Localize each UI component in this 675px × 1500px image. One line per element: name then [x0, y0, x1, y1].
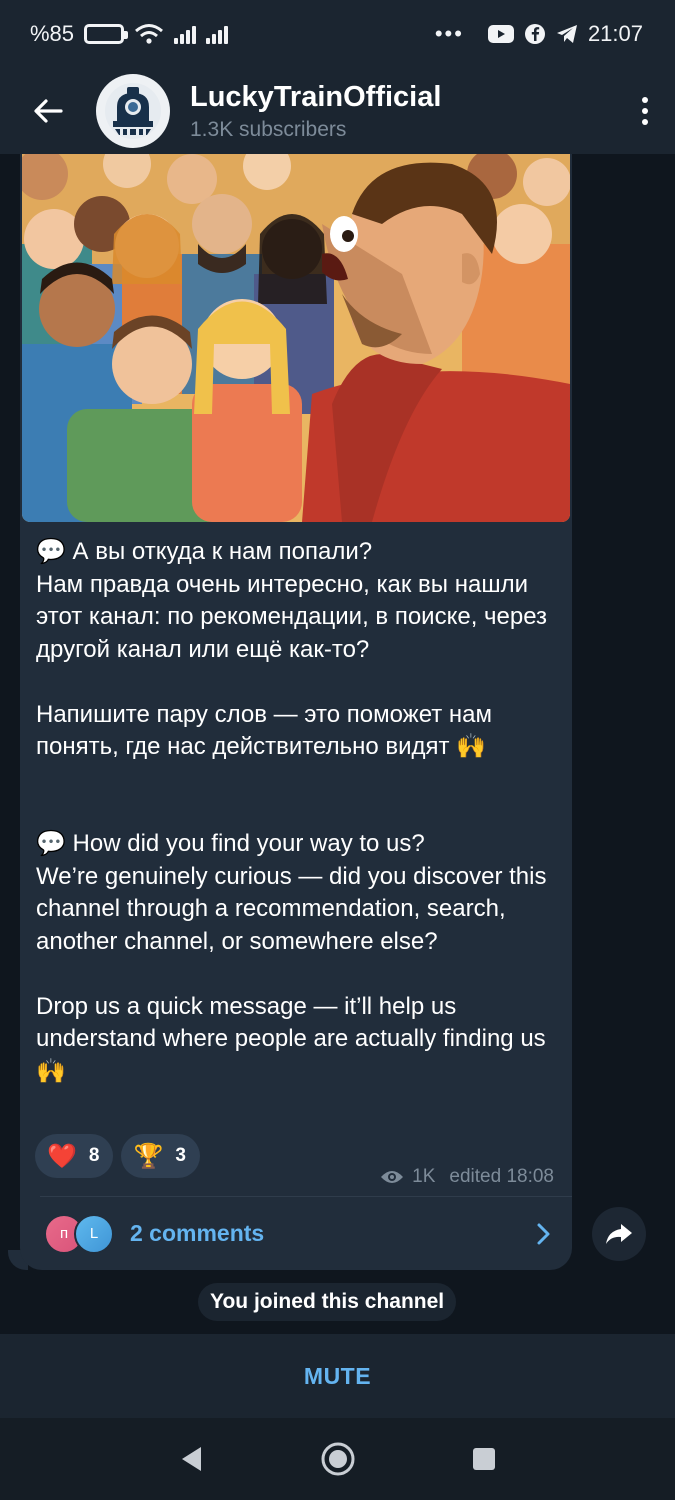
more-vertical-icon [642, 97, 648, 103]
nav-recents-icon[interactable] [470, 1445, 498, 1473]
commenter-avatar: L [74, 1213, 114, 1254]
signal-icon-2 [206, 24, 229, 44]
status-right: ••• 21:07 [435, 21, 643, 47]
share-arrow-icon [606, 1224, 632, 1244]
signal-icon-1 [174, 24, 197, 44]
chat-header: LuckyTrainOfficial 1.3K subscribers [0, 68, 675, 154]
status-dots: ••• [434, 21, 464, 46]
nav-home-icon[interactable] [320, 1441, 356, 1477]
post-text-en: 💬 How did you find your way to us? We’re… [36, 830, 547, 1085]
system-nav-bar [0, 1418, 675, 1500]
view-count: 1K [412, 1166, 436, 1187]
comments-label: 2 comments [130, 1220, 265, 1246]
post-image[interactable] [22, 154, 570, 522]
channel-title-block[interactable]: LuckyTrainOfficial 1.3K subscribers [190, 81, 615, 142]
heart-icon: ❤️ [47, 1142, 77, 1170]
eye-icon [381, 1171, 404, 1183]
clock: 21:07 [587, 21, 643, 46]
status-left: %85 [30, 21, 229, 47]
nav-back-icon[interactable] [177, 1444, 207, 1474]
train-logo-icon [105, 83, 161, 139]
more-options-button[interactable] [615, 68, 675, 154]
commenter-avatars: п L [44, 1213, 116, 1254]
crowd-illustration [22, 154, 570, 522]
wifi-icon [135, 24, 164, 44]
edited-timestamp: edited 18:08 [449, 1166, 554, 1187]
back-button[interactable] [0, 68, 96, 154]
battery-percent: %85 [30, 21, 75, 46]
post-text-ru: 💬 А вы откуда к нам попали? Нам правда о… [36, 538, 548, 760]
reactions-row: ❤️ 8 🏆 3 [35, 1134, 200, 1178]
channel-post: 💬 А вы откуда к нам попали? Нам правда о… [20, 154, 572, 1270]
reaction-count: 3 [175, 1145, 186, 1166]
post-meta: 1K edited 18:08 [380, 1166, 554, 1188]
comments-button[interactable]: п L 2 comments [20, 1197, 572, 1270]
facebook-icon [524, 24, 545, 44]
status-bar: %85 ••• 21:07 [0, 0, 675, 68]
channel-avatar[interactable] [96, 74, 170, 148]
trophy-icon: 🏆 [133, 1142, 164, 1170]
mute-button[interactable]: MUTE [304, 1363, 371, 1390]
reaction-count: 8 [88, 1145, 100, 1166]
share-button[interactable] [592, 1207, 646, 1261]
battery-icon [84, 24, 129, 44]
bottom-action-bar: MUTE [0, 1334, 675, 1418]
subscriber-count: 1.3K subscribers [190, 117, 347, 141]
reaction-heart[interactable]: ❤️ 8 [35, 1134, 114, 1178]
youtube-icon [487, 25, 514, 43]
chevron-right-icon [516, 1222, 572, 1246]
service-message: You joined this channel [198, 1283, 457, 1321]
channel-name: LuckyTrainOfficial [190, 80, 442, 113]
telegram-icon [556, 25, 577, 43]
arrow-left-icon [34, 99, 63, 123]
reaction-trophy[interactable]: 🏆 3 [121, 1134, 200, 1178]
